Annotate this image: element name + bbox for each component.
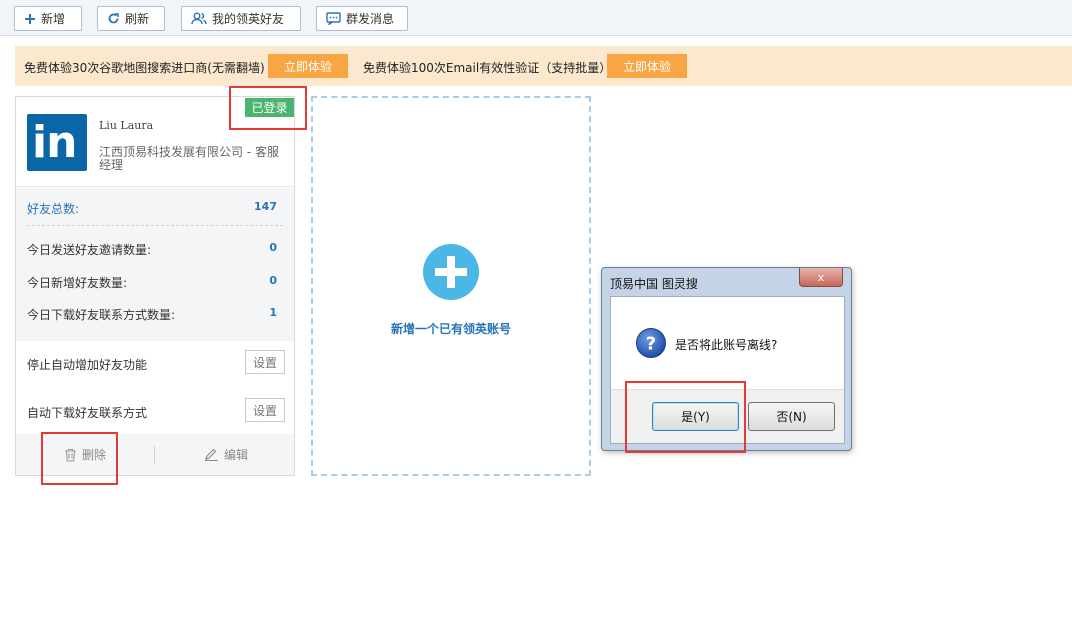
account-company: 江西顶易科技发展有限公司 - 客服经理: [99, 145, 279, 172]
my-linkedin-friends-button[interactable]: 我的领英好友: [181, 6, 301, 31]
login-status-badge: 已登录: [245, 98, 294, 117]
delete-button[interactable]: 删除: [64, 446, 106, 463]
account-card-footer: 删除 编辑: [16, 434, 294, 475]
stat-label: 好友总数:: [27, 202, 80, 216]
refresh-button-label: 刷新: [125, 12, 150, 26]
stat-row-invites-today: 今日发送好友邀请数量: 0: [27, 241, 277, 258]
stat-label: 今日发送好友邀请数量:: [27, 243, 152, 257]
yes-button[interactable]: 是(Y): [652, 402, 739, 431]
add-button[interactable]: 新增: [14, 6, 82, 31]
dialog-title: 顶易中国 图灵搜: [610, 277, 698, 291]
edit-label: 编辑: [224, 448, 249, 462]
promo-text-google-maps: 免费体验30次谷歌地图搜索进口商(无需翻墙): [24, 61, 265, 75]
promo-bar: 免费体验30次谷歌地图搜索进口商(无需翻墙) 立即体验 免费体验100次Emai…: [15, 46, 1072, 86]
stat-label: 今日下载好友联系方式数量:: [27, 308, 176, 322]
add-existing-account-box[interactable]: 新增一个已有领英账号: [311, 96, 591, 476]
stat-value: 0: [269, 274, 277, 287]
account-card: in Liu Laura 江西顶易科技发展有限公司 - 客服经理 已登录 好友总…: [15, 96, 295, 476]
stat-row-new-friends-today: 今日新增好友数量: 0: [27, 274, 277, 291]
promo-text-email-verify: 免费体验100次Email有效性验证（支持批量）: [363, 61, 612, 75]
setting-button-auto-download[interactable]: 设置: [245, 398, 285, 422]
footer-divider: [154, 446, 155, 464]
pencil-icon: [204, 448, 219, 461]
promo-try-email-verify-button[interactable]: 立即体验: [607, 54, 687, 78]
broadcast-message-label: 群发消息: [346, 12, 395, 26]
add-account-plus-icon: [423, 244, 479, 300]
svg-text:?: ?: [646, 334, 656, 355]
no-button[interactable]: 否(N): [748, 402, 835, 431]
linkedin-logo-icon: in: [27, 114, 87, 171]
stat-value: 0: [269, 241, 277, 254]
stat-value: 1: [269, 306, 277, 319]
add-button-label: 新增: [41, 12, 66, 26]
account-stats: 好友总数: 147 今日发送好友邀请数量: 0 今日新增好友数量: 0 今日下载…: [16, 188, 294, 341]
users-icon: [191, 12, 207, 25]
close-icon: x: [817, 270, 825, 284]
stat-row-downloads-today: 今日下载好友联系方式数量: 1: [27, 306, 277, 323]
trash-icon: [64, 448, 77, 462]
edit-button[interactable]: 编辑: [204, 446, 248, 463]
stat-value: 147: [254, 200, 277, 213]
confirm-offline-dialog: 顶易中国 图灵搜 x ? 是否将此账号离线? 是(Y) 否(N): [601, 267, 852, 451]
setting-row-auto-add-friends: 停止自动增加好友功能 设置: [16, 341, 294, 385]
message-icon: [326, 12, 341, 25]
setting-button-auto-add[interactable]: 设置: [245, 350, 285, 374]
setting-label: 停止自动增加好友功能: [27, 358, 148, 372]
delete-label: 删除: [82, 448, 107, 462]
stat-label: 今日新增好友数量:: [27, 276, 128, 290]
promo-try-google-maps-button[interactable]: 立即体验: [268, 54, 348, 78]
setting-label: 自动下载好友联系方式: [27, 406, 148, 420]
linkedin-logo-text: in: [32, 117, 77, 168]
account-header: in Liu Laura 江西顶易科技发展有限公司 - 客服经理 已登录: [16, 97, 294, 187]
broadcast-message-button[interactable]: 群发消息: [316, 6, 408, 31]
refresh-button[interactable]: 刷新: [97, 6, 165, 31]
toolbar: 新增 刷新 我的领英好友 群发消息: [0, 0, 1072, 36]
setting-row-auto-download: 自动下载好友联系方式 设置: [16, 389, 294, 433]
my-linkedin-friends-label: 我的领英好友: [212, 12, 285, 26]
dialog-message: 是否将此账号离线?: [675, 338, 778, 352]
plus-icon: [24, 13, 36, 25]
question-icon: ?: [635, 327, 667, 359]
add-account-label: 新增一个已有领英账号: [390, 322, 511, 336]
account-name: Liu Laura: [99, 119, 154, 132]
stats-divider: [27, 225, 283, 226]
stat-row-total-friends: 好友总数: 147: [27, 200, 277, 217]
dialog-footer: 是(Y) 否(N): [611, 389, 844, 443]
dialog-close-button[interactable]: x: [799, 268, 843, 287]
dialog-body: ? 是否将此账号离线? 是(Y) 否(N): [610, 296, 845, 444]
refresh-icon: [107, 12, 120, 25]
